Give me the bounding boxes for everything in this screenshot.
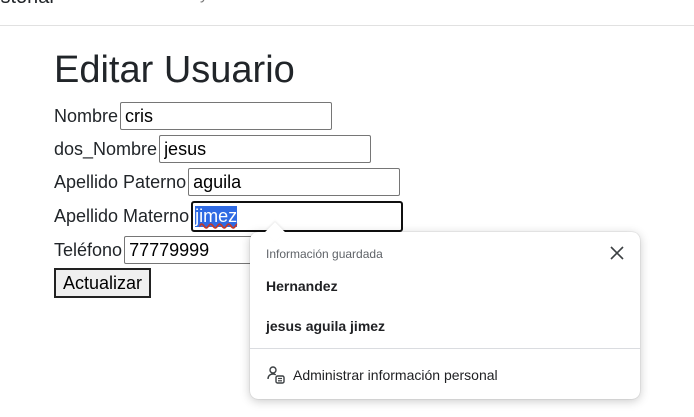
form-row-telefono: Teléfono xyxy=(54,234,275,266)
dos-nombre-label: dos_Nombre xyxy=(54,138,158,159)
apellido-paterno-label: Apellido Paterno xyxy=(54,171,187,192)
nav-link[interactable]: y xyxy=(200,0,208,4)
form-row-nombre: Nombre xyxy=(54,100,333,132)
autofill-popup: Información guardada Hernandez jesus agu… xyxy=(250,222,640,399)
suggestion-item[interactable]: jesus aguila jimez xyxy=(266,318,385,334)
nombre-input[interactable] xyxy=(120,102,333,130)
autofill-header: Información guardada xyxy=(266,247,383,261)
page-title: Editar Usuario xyxy=(54,49,295,91)
person-card-icon xyxy=(266,365,286,385)
top-navbar: istorial y xyxy=(0,0,694,26)
apellido-materno-input[interactable]: jimez xyxy=(191,200,404,232)
telefono-label: Teléfono xyxy=(54,239,123,260)
apellido-paterno-input[interactable] xyxy=(188,168,401,196)
brand-link[interactable]: istorial xyxy=(0,0,54,9)
close-icon[interactable] xyxy=(608,244,626,262)
actualizar-button[interactable]: Actualizar xyxy=(54,268,152,298)
form-row-apellido-materno: Apellido Materno jimez xyxy=(54,200,404,232)
manage-personal-info-link[interactable]: Administrar información personal xyxy=(266,365,498,385)
suggestion-item[interactable]: Hernandez xyxy=(266,278,338,294)
dos-nombre-input[interactable] xyxy=(159,135,372,163)
form-row-apellido-paterno: Apellido Paterno xyxy=(54,166,401,198)
selected-text: jimez xyxy=(195,205,238,227)
popup-divider xyxy=(250,348,640,349)
apellido-materno-label: Apellido Materno xyxy=(54,205,190,226)
nombre-label: Nombre xyxy=(54,105,119,126)
form-row-dos-nombre: dos_Nombre xyxy=(54,133,372,165)
manage-label: Administrar información personal xyxy=(293,367,498,383)
